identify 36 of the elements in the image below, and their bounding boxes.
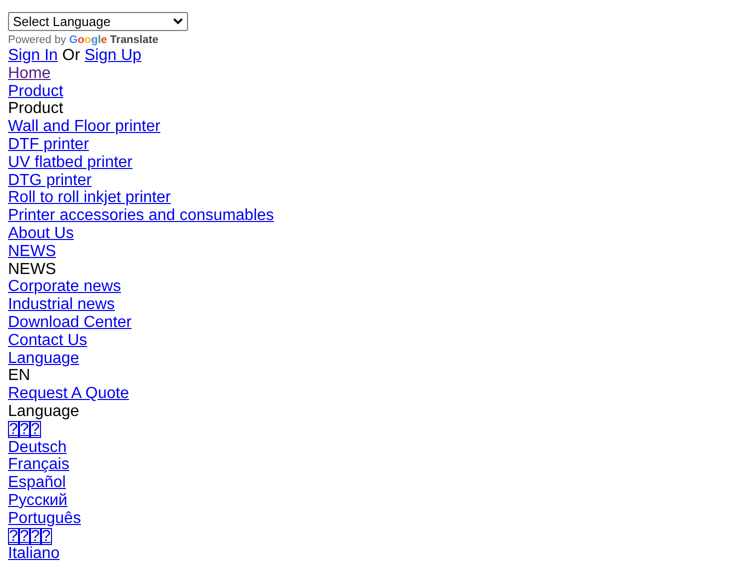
nav-link[interactable]: UV flatbed printer <box>8 154 133 171</box>
or-text: Or <box>62 47 80 64</box>
sign-up-link[interactable]: Sign Up <box>84 47 142 64</box>
menu-heading: Language <box>8 402 80 420</box>
nav-link[interactable]: Home <box>8 64 51 82</box>
google-logo[interactable]: Google <box>69 33 108 47</box>
nav-link[interactable]: Contact Us <box>8 332 88 349</box>
nav-link[interactable]: Corporate news <box>8 278 121 296</box>
nav-link[interactable]: About Us <box>8 224 74 242</box>
nav-link[interactable]: Download Center <box>8 314 132 331</box>
nav-link[interactable]: Português <box>8 510 81 527</box>
nav-link[interactable]: Product <box>8 82 64 100</box>
nav-link[interactable]: Printer accessories and consumables <box>8 207 274 224</box>
nav-link[interactable]: Request A Quote <box>8 385 129 402</box>
chevron-icon <box>173 18 183 25</box>
nav-link[interactable]: NEWS <box>8 242 56 260</box>
nav-link[interactable]: Industrial news <box>8 296 115 314</box>
nav-link[interactable]: Wall and Floor printer <box>8 118 160 136</box>
nav-link[interactable]: Italiano <box>8 545 60 562</box>
nav-link[interactable]: DTF printer <box>8 136 89 153</box>
translate-label: Translate <box>110 33 158 47</box>
nav-link[interactable]: Français <box>8 456 70 474</box>
powered-by-text: Powered by <box>8 33 66 47</box>
menu-heading: NEWS <box>8 260 56 278</box>
nav-link[interactable]: DTG printer <box>8 172 92 189</box>
menu-heading: Product <box>8 100 64 118</box>
nav-link[interactable]: Roll to roll inkjet printer <box>8 189 171 206</box>
menu-heading: EN <box>8 367 30 384</box>
language-select[interactable]: Select Language <box>8 12 188 31</box>
language-link[interactable]: ???? <box>8 528 52 545</box>
nav-link[interactable]: Español <box>8 474 66 492</box>
nav-link[interactable]: Deutsch <box>8 438 67 456</box>
sign-in-link[interactable]: Sign In <box>8 47 58 64</box>
nav-link[interactable]: Language <box>8 350 80 367</box>
nav-link[interactable]: Русский <box>8 492 68 509</box>
language-link[interactable]: ??? <box>8 420 41 438</box>
